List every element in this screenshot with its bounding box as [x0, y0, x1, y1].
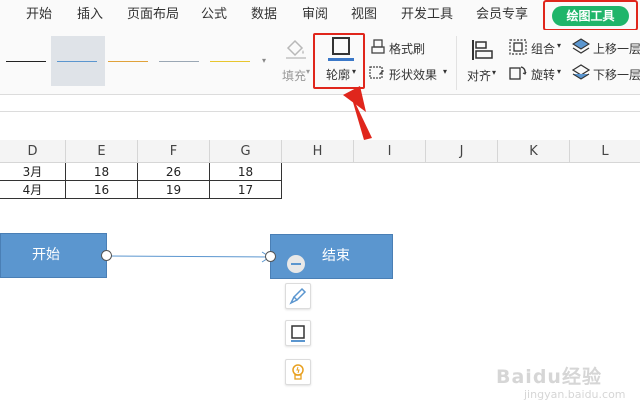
quick-outline-button[interactable] [285, 320, 311, 346]
quick-style-button[interactable] [285, 283, 311, 309]
start-shape-label: 开始 [32, 247, 60, 263]
outline-icon [291, 325, 305, 342]
watermark-subtext: jingyan.baidu.com [524, 388, 626, 401]
end-shape[interactable]: 结束 [270, 234, 393, 279]
brush-icon [289, 287, 307, 305]
end-shape-label: 结束 [322, 248, 350, 264]
connector-line [106, 255, 271, 258]
collapse-icon[interactable] [287, 255, 305, 273]
bulb-icon [292, 364, 304, 380]
start-shape[interactable]: 开始 [0, 233, 107, 278]
watermark: Baidu经验 jingyan.baidu.com [496, 342, 636, 402]
watermark-text: Baidu经验 [496, 366, 602, 388]
start-connection-handle[interactable] [101, 250, 112, 261]
quick-effects-button[interactable] [285, 359, 311, 385]
end-connection-handle[interactable] [265, 251, 276, 262]
annotation-arrow-head [343, 86, 366, 112]
